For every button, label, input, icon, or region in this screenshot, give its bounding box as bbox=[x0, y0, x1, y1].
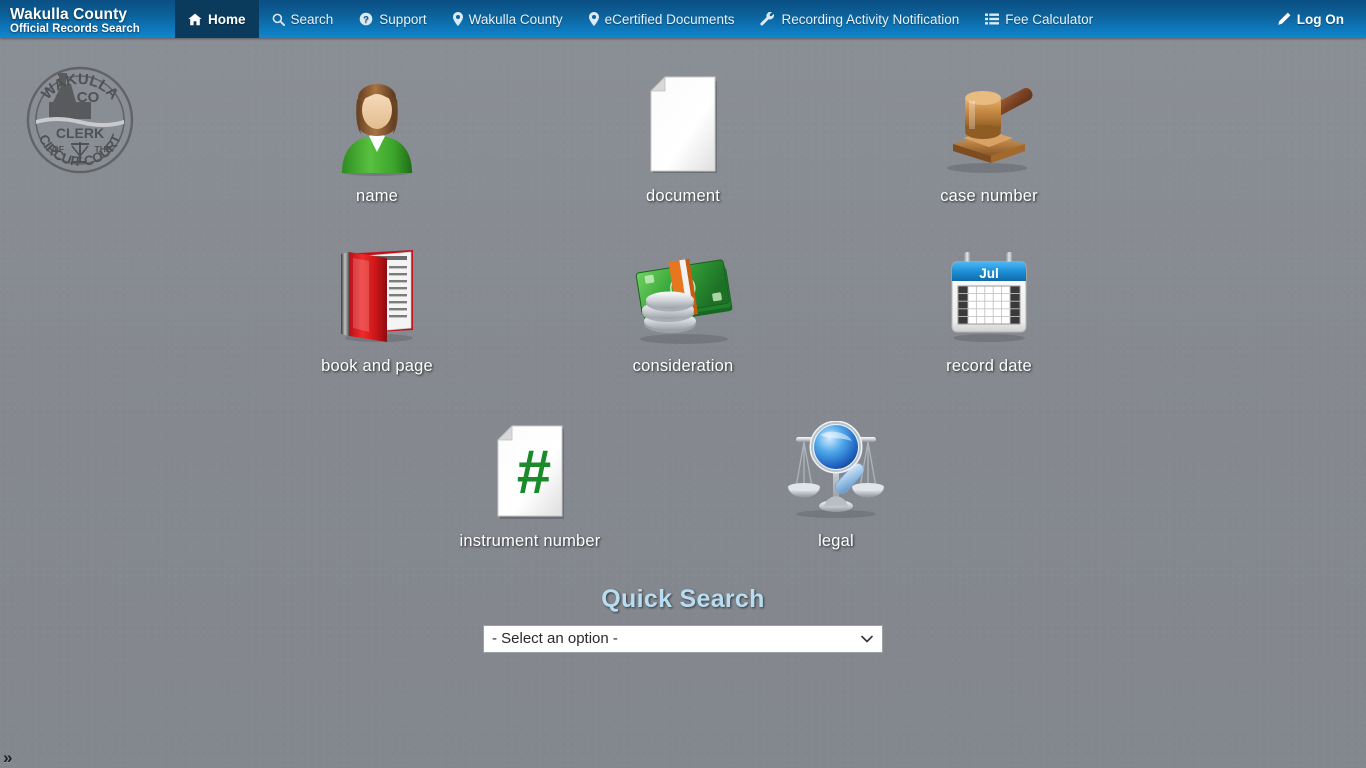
search-tile-document[interactable]: document bbox=[530, 58, 836, 206]
nav-item-fee-calculator-label: Fee Calculator bbox=[1005, 11, 1094, 27]
nav-item-support[interactable]: ? Support bbox=[346, 0, 439, 38]
log-on-button[interactable]: Log On bbox=[1264, 0, 1366, 38]
quick-search-section: Quick Search - Select an option - bbox=[0, 585, 1366, 653]
nav-item-fee-calculator[interactable]: Fee Calculator bbox=[972, 0, 1106, 38]
search-tile-case-number-label: case number bbox=[940, 187, 1038, 205]
footer-expander-button[interactable]: » bbox=[3, 749, 12, 766]
search-tile-case-number[interactable]: case number bbox=[836, 58, 1142, 206]
nav-item-search[interactable]: Search bbox=[259, 0, 347, 38]
document-icon bbox=[643, 58, 723, 176]
nav-item-search-label: Search bbox=[290, 11, 334, 27]
nav-item-ecertified-documents-label: eCertified Documents bbox=[604, 11, 735, 27]
scales-magnifier-icon bbox=[784, 403, 888, 521]
nav-item-wakulla-county-label: Wakulla County bbox=[468, 11, 563, 27]
search-tile-grid: name document case number book and page … bbox=[0, 38, 1366, 551]
tile-row-1: name document case number bbox=[0, 58, 1366, 206]
home-icon bbox=[188, 13, 202, 26]
search-icon bbox=[272, 13, 285, 26]
tile-row-2: book and page consideration Jul record d… bbox=[0, 228, 1366, 376]
nav-item-ecertified-documents[interactable]: eCertified Documents bbox=[576, 0, 748, 38]
nav-item-home-label: Home bbox=[208, 11, 246, 27]
nav-item-recording-activity-notification[interactable]: Recording Activity Notification bbox=[747, 0, 972, 38]
quick-search-select[interactable]: - Select an option - bbox=[483, 625, 883, 653]
calendar-month-label: Jul bbox=[979, 266, 999, 281]
svg-text:?: ? bbox=[363, 15, 369, 26]
nav-item-home[interactable]: Home bbox=[175, 0, 259, 38]
search-tile-legal[interactable]: legal bbox=[683, 403, 989, 551]
search-tile-instrument-number[interactable]: # instrument number bbox=[377, 403, 683, 551]
nav-item-recording-activity-notification-label: Recording Activity Notification bbox=[781, 11, 960, 27]
search-tile-consideration-label: consideration bbox=[632, 357, 734, 375]
hash-document-icon: # bbox=[490, 403, 570, 521]
search-tile-name[interactable]: name bbox=[224, 58, 530, 206]
brand-subtitle: Official Records Search bbox=[10, 22, 140, 35]
search-tile-document-label: document bbox=[645, 187, 721, 205]
svg-text:#: # bbox=[517, 438, 551, 507]
nav-item-support-label: Support bbox=[379, 11, 427, 27]
search-tile-consideration[interactable]: 100 bbox=[530, 228, 836, 376]
top-navigation-bar: Wakulla County Official Records Search H… bbox=[0, 0, 1366, 38]
money-icon: 100 bbox=[626, 228, 740, 346]
search-tile-record-date-label: record date bbox=[946, 357, 1032, 375]
search-tile-name-label: name bbox=[355, 187, 399, 205]
search-tile-instrument-number-label: instrument number bbox=[459, 532, 601, 550]
map-marker-icon bbox=[452, 12, 463, 26]
search-tile-book-and-page[interactable]: book and page bbox=[224, 228, 530, 376]
brand-logo[interactable]: Wakulla County Official Records Search bbox=[0, 0, 175, 38]
map-marker-icon bbox=[588, 12, 599, 26]
wrench-icon bbox=[760, 12, 775, 26]
nav-item-list: Home Search ? Support Wakulla County eCe… bbox=[175, 0, 1366, 38]
quick-search-title: Quick Search bbox=[601, 585, 765, 613]
search-tile-legal-label: legal bbox=[818, 532, 854, 550]
gavel-icon bbox=[939, 58, 1039, 176]
brand-title: Wakulla County bbox=[10, 5, 128, 23]
search-tile-record-date[interactable]: Jul record date bbox=[836, 228, 1142, 376]
log-on-label: Log On bbox=[1296, 11, 1344, 27]
search-tile-book-and-page-label: book and page bbox=[321, 357, 433, 375]
person-icon bbox=[336, 58, 418, 176]
book-icon bbox=[329, 228, 425, 346]
pencil-icon bbox=[1277, 12, 1291, 26]
tile-row-3: # instrument number legal bbox=[0, 403, 1366, 551]
calendar-icon: Jul bbox=[942, 228, 1036, 346]
quick-search-select-wrapper: - Select an option - bbox=[483, 625, 883, 653]
nav-item-wakulla-county[interactable]: Wakulla County bbox=[440, 0, 576, 38]
list-icon bbox=[985, 13, 1000, 25]
question-circle-icon: ? bbox=[359, 12, 373, 26]
